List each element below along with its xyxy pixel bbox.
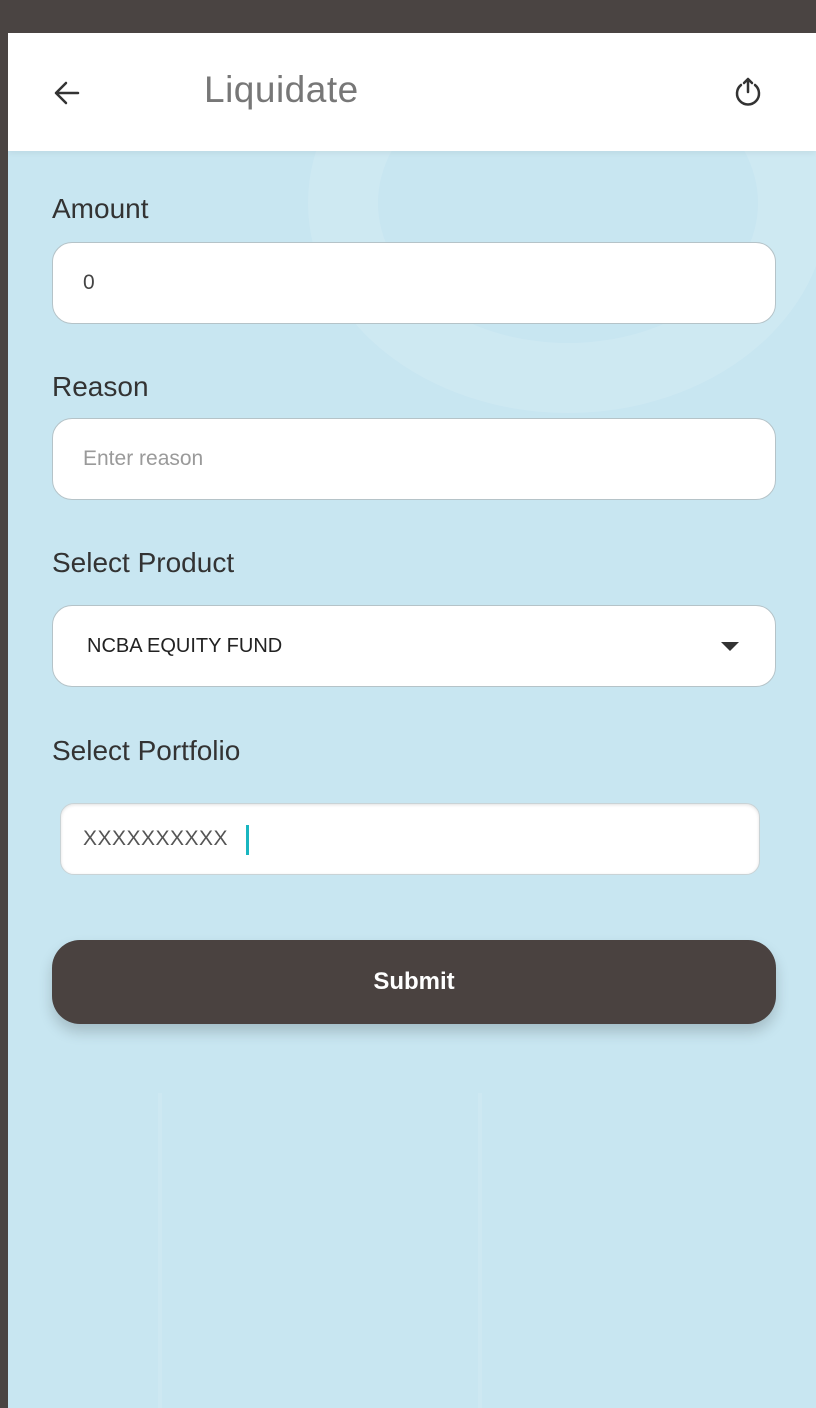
background-decoration xyxy=(478,1093,482,1408)
background-decoration xyxy=(158,1093,162,1408)
reason-field-container xyxy=(52,418,776,500)
arrow-left-icon[interactable] xyxy=(48,73,88,113)
product-selected-value: NCBA EQUITY FUND xyxy=(87,634,283,657)
reason-input[interactable] xyxy=(83,447,775,471)
product-select[interactable]: NCBA EQUITY FUND xyxy=(52,605,776,687)
page-title: Liquidate xyxy=(204,69,359,110)
portfolio-input[interactable] xyxy=(83,827,759,851)
screen: Liquidate Amount Reason Select Product N… xyxy=(8,33,816,1408)
amount-field-container xyxy=(52,242,776,324)
submit-button[interactable]: Submit xyxy=(52,940,776,1024)
reason-label: Reason xyxy=(52,371,149,402)
amount-label: Amount xyxy=(52,193,149,224)
portfolio-field-container xyxy=(60,803,760,875)
chevron-down-icon xyxy=(721,641,739,651)
app-bar: Liquidate xyxy=(8,33,816,151)
portfolio-label: Select Portfolio xyxy=(52,735,241,766)
amount-input[interactable] xyxy=(83,271,775,295)
power-icon[interactable] xyxy=(728,73,768,113)
text-cursor xyxy=(246,825,249,855)
product-label: Select Product xyxy=(52,547,235,578)
